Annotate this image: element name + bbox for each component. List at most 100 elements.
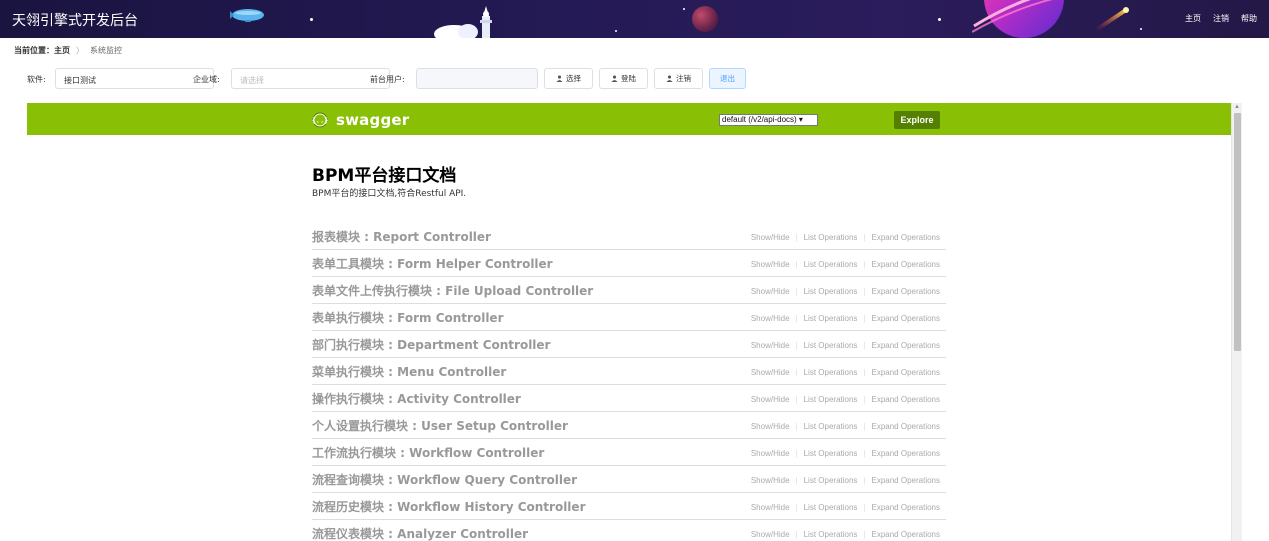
resource-name-link[interactable]: 表单文件上传执行模块 : File Upload Controller [312,282,593,299]
resource-row: 个人设置执行模块 : User Setup Controller Show/Hid… [312,412,946,439]
resource-row: 流程仪表模块 : Analyzer Controller Show/Hide | Li… [312,520,946,541]
show-hide-link[interactable]: Show/Hide [751,341,790,350]
software-select[interactable]: 接口测试 ⌵ [55,68,214,89]
expand-operations-link[interactable]: Expand Operations [872,530,941,539]
user-icon [666,75,673,82]
operations-separator: | [795,503,798,512]
resource-row: 部门执行模块 : Department Controller Show/Hide |… [312,331,946,358]
home-link[interactable]: 主页 [1185,13,1201,24]
user-icon [556,75,563,82]
login-button-label: 登陆 [621,74,636,83]
expand-operations-link[interactable]: Expand Operations [872,341,941,350]
expand-operations-link[interactable]: Expand Operations [872,233,941,242]
resource-operations: Show/Hide | List Operations | Expand Operati… [751,368,940,377]
resource-name-link[interactable]: 部门执行模块 : Department Controller [312,336,550,353]
expand-operations-link[interactable]: Expand Operations [872,449,941,458]
resource-name-link[interactable]: 报表模块 : Report Controller [312,228,491,245]
resource-name-link[interactable]: 菜单执行模块 : Menu Controller [312,363,506,380]
show-hide-link[interactable]: Show/Hide [751,503,790,512]
doc-title: BPM平台接口文档 [312,166,457,186]
expand-operations-link[interactable]: Expand Operations [872,476,941,485]
show-hide-link[interactable]: Show/Hide [751,422,790,431]
operations-separator: | [863,260,866,269]
breadcrumb-current: 系统监控 [90,46,122,55]
resource-name-link[interactable]: 表单执行模块 : Form Controller [312,309,504,326]
operations-separator: | [863,422,866,431]
list-operations-link[interactable]: List Operations [804,422,858,431]
swagger-logo[interactable]: {..} swagger [312,111,409,129]
resource-row: 菜单执行模块 : Menu Controller Show/Hide | List O… [312,358,946,385]
list-operations-link[interactable]: List Operations [804,530,858,539]
domain-select[interactable]: 请选择 ⌵ [231,68,390,89]
resource-operations: Show/Hide | List Operations | Expand Operati… [751,530,940,539]
expand-operations-link[interactable]: Expand Operations [872,368,941,377]
resource-operations: Show/Hide | List Operations | Expand Operati… [751,476,940,485]
doc-description: BPM平台的接口文档,符合Restful API. [312,189,467,199]
show-hide-link[interactable]: Show/Hide [751,449,790,458]
operations-separator: | [863,530,866,539]
operations-separator: | [863,449,866,458]
operations-separator: | [863,368,866,377]
resource-name-link[interactable]: 操作执行模块 : Activity Controller [312,390,521,407]
resource-row: 表单工具模块 : Form Helper Controller Show/Hide… [312,250,946,277]
operations-separator: | [795,476,798,485]
resource-row: 流程查询模块 : Workflow Query Controller Show/H… [312,466,946,493]
expand-operations-link[interactable]: Expand Operations [872,503,941,512]
resource-name-link[interactable]: 个人设置执行模块 : User Setup Controller [312,417,568,434]
list-operations-link[interactable]: List Operations [804,503,858,512]
expand-operations-link[interactable]: Expand Operations [872,314,941,323]
operations-separator: | [863,233,866,242]
vertical-scrollbar[interactable]: ▲ [1231,103,1242,541]
list-operations-link[interactable]: List Operations [804,233,858,242]
explore-button[interactable]: Explore [894,111,940,129]
show-hide-link[interactable]: Show/Hide [751,260,790,269]
operations-separator: | [863,287,866,296]
expand-operations-link[interactable]: Expand Operations [872,395,941,404]
exit-button[interactable]: 退出 [709,68,746,89]
resource-name-link[interactable]: 流程历史模块 : Workflow History Controller [312,498,585,515]
exit-button-label: 退出 [720,74,735,83]
login-button[interactable]: 登陆 [599,68,648,89]
resource-name-link[interactable]: 表单工具模块 : Form Helper Controller [312,255,553,272]
frontend-user-input[interactable] [416,68,538,89]
help-link[interactable]: 帮助 [1241,13,1257,24]
resource-name-link[interactable]: 流程查询模块 : Workflow Query Controller [312,471,577,488]
expand-operations-link[interactable]: Expand Operations [872,287,941,296]
operations-separator: | [795,341,798,350]
list-operations-link[interactable]: List Operations [804,341,858,350]
show-hide-link[interactable]: Show/Hide [751,395,790,404]
show-hide-link[interactable]: Show/Hide [751,314,790,323]
swagger-logo-icon: {..} [312,112,328,128]
logout-button[interactable]: 注销 [654,68,703,89]
logout-link[interactable]: 注销 [1213,13,1229,24]
resource-operations: Show/Hide | List Operations | Expand Operati… [751,314,940,323]
show-hide-link[interactable]: Show/Hide [751,233,790,242]
expand-operations-link[interactable]: Expand Operations [872,422,941,431]
list-operations-link[interactable]: List Operations [804,476,858,485]
expand-operations-link[interactable]: Expand Operations [872,260,941,269]
list-operations-link[interactable]: List Operations [804,287,858,296]
resource-name-link[interactable]: 流程仪表模块 : Analyzer Controller [312,525,528,541]
api-docs-select[interactable]: default (/v2/api-docs) ▾ [719,114,818,126]
domain-label: 企业域: [193,75,220,84]
operations-separator: | [795,287,798,296]
breadcrumb-home[interactable]: 当前位置：主页 [14,45,70,56]
select-button-label: 选择 [566,74,581,83]
show-hide-link[interactable]: Show/Hide [751,476,790,485]
list-operations-link[interactable]: List Operations [804,260,858,269]
select-button[interactable]: 选择 [544,68,593,89]
list-operations-link[interactable]: List Operations [804,314,858,323]
ringed-planet-illustration [972,0,1064,38]
top-nav: 主页 注销 帮助 [1185,13,1257,24]
list-operations-link[interactable]: List Operations [804,395,858,404]
operations-separator: | [863,341,866,350]
show-hide-link[interactable]: Show/Hide [751,368,790,377]
show-hide-link[interactable]: Show/Hide [751,530,790,539]
scroll-up-icon[interactable]: ▲ [1234,104,1240,110]
operations-separator: | [863,503,866,512]
resource-name-link[interactable]: 工作流执行模块 : Workflow Controller [312,444,544,461]
list-operations-link[interactable]: List Operations [804,368,858,377]
list-operations-link[interactable]: List Operations [804,449,858,458]
scrollbar-thumb[interactable] [1234,113,1241,351]
show-hide-link[interactable]: Show/Hide [751,287,790,296]
